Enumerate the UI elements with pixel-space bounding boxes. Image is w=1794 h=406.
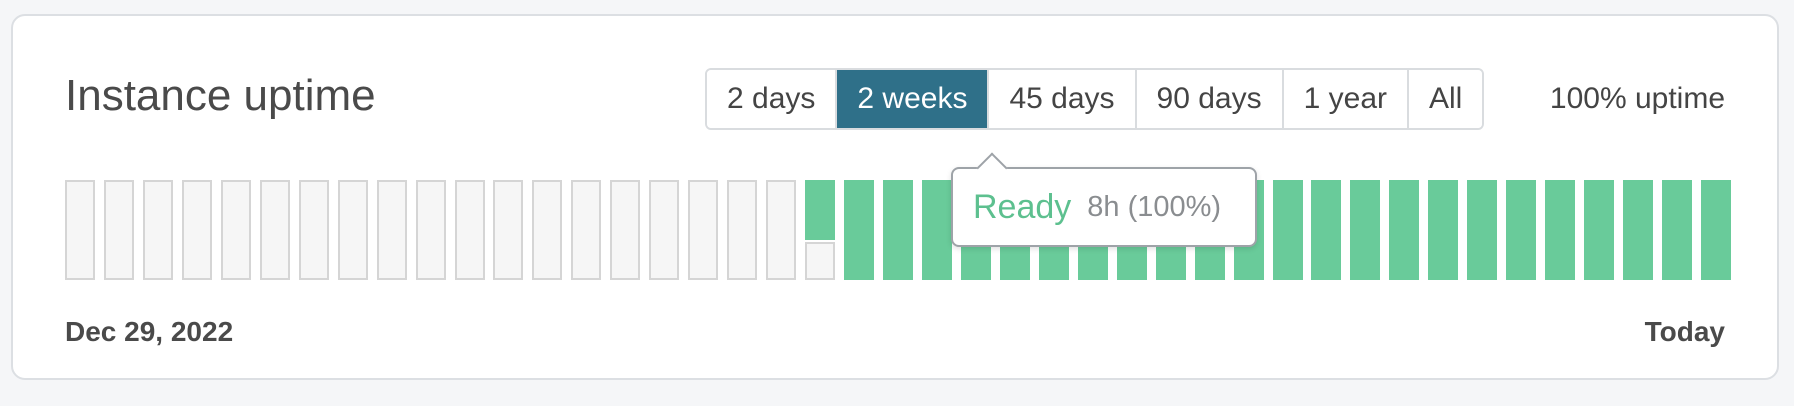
- range-90-days-button[interactable]: 90 days: [1136, 70, 1284, 128]
- card-title: Instance uptime: [65, 71, 376, 120]
- range-2-weeks-button[interactable]: 2 weeks: [837, 70, 990, 128]
- bar-tooltip: Ready 8h (100%): [951, 152, 1257, 247]
- uptime-bar-up[interactable]: [883, 180, 913, 280]
- uptime-bar-empty[interactable]: [299, 180, 329, 280]
- uptime-bar-empty[interactable]: [649, 180, 679, 280]
- range-all-button[interactable]: All: [1409, 70, 1483, 128]
- uptime-bar-empty[interactable]: [65, 180, 95, 280]
- uptime-bar-empty[interactable]: [727, 180, 757, 280]
- range-45-days-button[interactable]: 45 days: [989, 70, 1137, 128]
- tooltip-status: Ready: [973, 187, 1072, 226]
- end-date-label: Today: [1644, 316, 1725, 347]
- uptime-bar-up[interactable]: [1467, 180, 1497, 280]
- uptime-bar-empty[interactable]: [338, 180, 368, 280]
- tooltip-detail: 8h (100%): [1087, 190, 1222, 223]
- uptime-bar-empty[interactable]: [571, 180, 601, 280]
- uptime-bar-up[interactable]: [1311, 180, 1341, 280]
- uptime-bars: [65, 180, 1731, 280]
- uptime-bar-up[interactable]: [1350, 180, 1380, 280]
- uptime-bar-empty[interactable]: [143, 180, 173, 280]
- uptime-bar-empty[interactable]: [377, 180, 407, 280]
- uptime-bar-partial-empty-segment: [805, 242, 835, 280]
- uptime-bar-up[interactable]: [1662, 180, 1692, 280]
- uptime-bar-up[interactable]: [1273, 180, 1303, 280]
- uptime-bar-up[interactable]: [922, 180, 952, 280]
- uptime-percentage: 100% uptime: [1549, 82, 1725, 115]
- uptime-bar-empty[interactable]: [766, 180, 796, 280]
- uptime-bar-up[interactable]: [1623, 180, 1653, 280]
- uptime-bar-up[interactable]: [1545, 180, 1575, 280]
- uptime-bar-up[interactable]: [1389, 180, 1419, 280]
- time-range-selector: 2 days 2 weeks 45 days 90 days 1 year Al…: [705, 68, 1485, 130]
- range-2-days-button[interactable]: 2 days: [707, 70, 838, 128]
- tooltip-arrow: [976, 152, 1008, 184]
- uptime-bar-up[interactable]: [844, 180, 874, 280]
- uptime-bar-empty[interactable]: [688, 180, 718, 280]
- uptime-bar-empty[interactable]: [532, 180, 562, 280]
- uptime-bar-partial[interactable]: [805, 180, 835, 280]
- uptime-bar-empty[interactable]: [104, 180, 134, 280]
- uptime-bar-up[interactable]: [1428, 180, 1458, 280]
- uptime-bar-up[interactable]: [1506, 180, 1536, 280]
- start-date-label: Dec 29, 2022: [65, 316, 234, 347]
- uptime-bar-empty[interactable]: [493, 180, 523, 280]
- uptime-bar-empty[interactable]: [455, 180, 485, 280]
- uptime-bar-empty[interactable]: [260, 180, 290, 280]
- uptime-bar-partial-up-segment: [805, 180, 835, 240]
- range-1-year-button[interactable]: 1 year: [1283, 70, 1409, 128]
- uptime-card: Instance uptime 2 days 2 weeks 45 days 9…: [11, 14, 1779, 380]
- uptime-bar-empty[interactable]: [416, 180, 446, 280]
- uptime-bar-up[interactable]: [1584, 180, 1614, 280]
- uptime-bar-up[interactable]: [1701, 180, 1731, 280]
- uptime-bar-empty[interactable]: [610, 180, 640, 280]
- uptime-bar-empty[interactable]: [182, 180, 212, 280]
- uptime-bar-empty[interactable]: [221, 180, 251, 280]
